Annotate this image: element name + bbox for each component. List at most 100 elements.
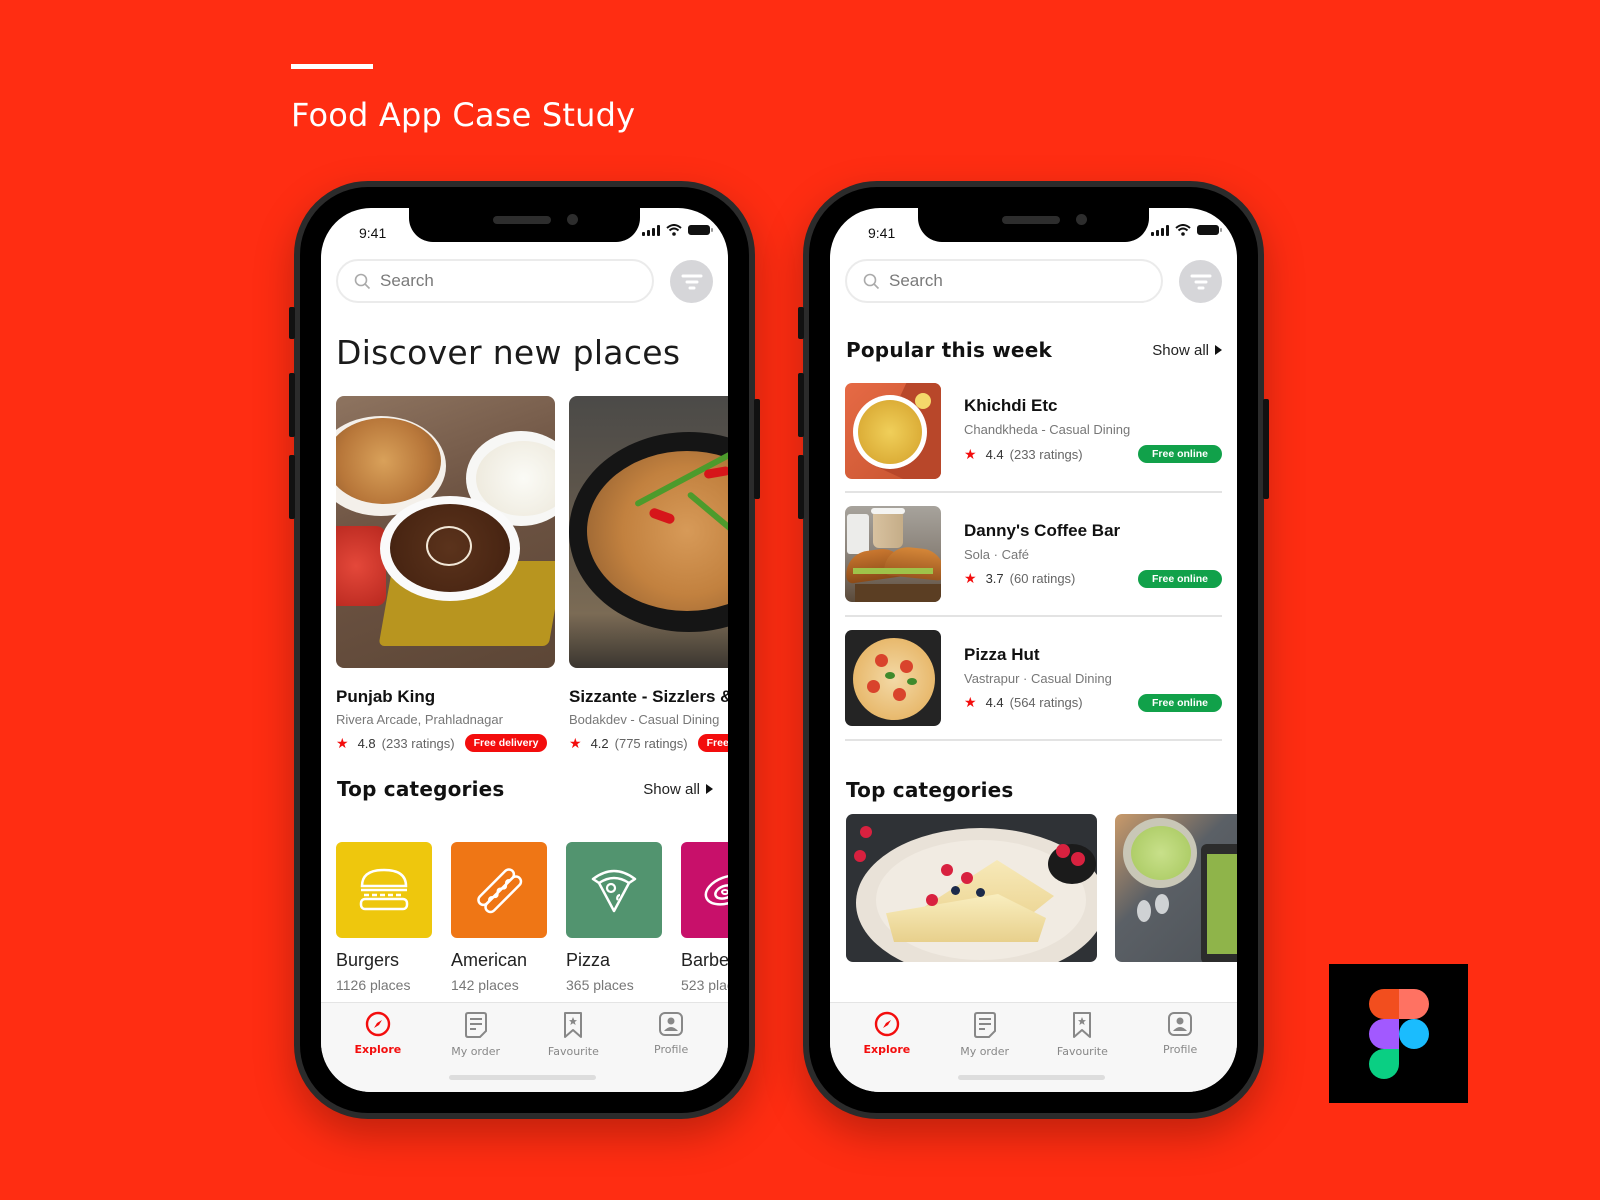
restaurant-rating: ★ 3.7 (60 ratings) [964,570,1075,587]
hotdog-icon [477,868,523,914]
search-input[interactable]: Search [336,259,654,303]
tab-bar: Explore My order Favourite Profile [830,1002,1237,1092]
restaurant-subtitle: Chandkheda - Casual Dining [964,422,1131,437]
figma-icon [1369,989,1429,1079]
tab-profile[interactable]: Profile [1135,1011,1225,1058]
rating-value: 4.4 [985,695,1004,710]
phone-explore: 9:41 Search Discover new places Punjab K… [289,181,760,1119]
signal-icon [642,224,660,236]
camera [567,214,578,225]
burger-icon [359,868,409,911]
tab-label: Favourite [547,1045,599,1058]
place-name: Punjab King [336,687,436,706]
status-time: 9:41 [359,225,387,241]
free-delivery-badge: Free delivery [697,734,728,752]
tab-explore[interactable]: Explore [333,1011,423,1058]
category-image-ice-cream[interactable] [1115,814,1237,962]
volume-down-button [289,455,295,519]
home-indicator[interactable] [449,1075,596,1080]
show-all-link[interactable]: Show all [1152,342,1222,359]
restaurant-name: Pizza Hut [964,644,1040,664]
compass-icon [365,1011,391,1037]
dessert-carousel[interactable] [846,814,1237,962]
category-item[interactable]: Pizza 365 places [566,842,662,993]
search-icon [863,273,880,289]
bookmark-icon [1073,1012,1092,1038]
free-online-badge: Free online [1137,569,1222,588]
place-rating: ★ 4.8 (233 ratings) Free delivery [336,734,555,752]
arrow-right-icon [706,784,713,794]
category-tile [566,842,662,938]
show-all-label: Show all [1152,341,1209,359]
search-icon [354,273,371,289]
section-title: Top categories [337,777,505,801]
show-all-link[interactable]: Show all [643,781,713,798]
pizza-icon [591,869,637,913]
tab-explore[interactable]: Explore [842,1011,932,1058]
show-all-label: Show all [643,780,700,798]
notch [409,208,640,242]
category-count: 1126 places [336,977,411,993]
ratings-count: (233 ratings) [381,735,455,751]
ratings-count: (564 ratings) [1009,695,1083,710]
category-name: Barbeque [681,950,728,970]
popular-list: Khichdi Etc Chandkheda - Casual Dining ★… [845,383,1222,741]
battery-icon [1197,225,1222,235]
category-item[interactable]: American 142 places [451,842,547,993]
place-card[interactable]: Punjab King Rivera Arcade, Prahladnagar … [336,396,555,752]
filter-button[interactable] [670,260,713,303]
search-input[interactable]: Search [845,259,1163,303]
screen: 9:41 Search Discover new places Punjab K… [321,208,728,1092]
place-card[interactable]: Sizzante - Sizzlers & Bodakdev - Casual … [569,396,728,752]
phone-popular: 9:41 Search Popular this week Show all K… [798,181,1269,1119]
rating-value: 4.4 [985,446,1004,462]
discover-heading: Discover new places [336,333,681,372]
discover-carousel[interactable]: Punjab King Rivera Arcade, Prahladnagar … [336,396,728,752]
tab-profile[interactable]: Profile [626,1011,716,1058]
category-count: 365 places [566,977,634,993]
tab-favourite[interactable]: Favourite [528,1011,618,1058]
free-online-badge: Free online [1137,693,1222,712]
tab-label: My order [451,1045,501,1058]
restaurant-row[interactable]: Khichdi Etc Chandkheda - Casual Dining ★… [845,383,1222,493]
top-categories-header: Top categories Show all [337,777,713,801]
home-indicator[interactable] [958,1075,1105,1080]
status-time: 9:41 [868,225,896,241]
wifi-icon [1175,224,1191,236]
categories-carousel[interactable]: Burgers 1126 places American 142 places … [336,842,728,993]
search-placeholder: Search [380,271,434,290]
camera [1076,214,1087,225]
screen: 9:41 Search Popular this week Show all K… [830,208,1237,1092]
restaurant-subtitle: Vastrapur · Casual Dining [964,670,1112,686]
restaurant-row[interactable]: Pizza Hut Vastrapur · Casual Dining ★ 4.… [845,617,1222,741]
volume-up-button [798,373,804,437]
filter-icon [1190,274,1211,289]
place-subtitle: Rivera Arcade, Prahladnagar [336,712,503,727]
place-image-sizzler [569,396,728,668]
tab-my-order[interactable]: My order [431,1011,521,1058]
star-icon: ★ [336,734,349,751]
tab-label: Explore [863,1043,911,1056]
filter-button[interactable] [1179,260,1222,303]
steak-icon [704,874,728,906]
category-image-cheesecake[interactable] [846,814,1097,962]
tab-label: Explore [354,1043,402,1056]
category-item[interactable]: Barbeque 523 places [681,842,728,993]
rating-value: 4.8 [357,735,376,751]
ratings-count: (233 ratings) [1009,446,1083,462]
restaurant-row[interactable]: Danny's Coffee Bar Sola · Café ★ 3.7 (60… [845,493,1222,617]
speaker [1002,216,1060,224]
section-title: Popular this week [846,338,1052,362]
category-item[interactable]: Burgers 1126 places [336,842,432,993]
top-categories-header: Top categories [846,778,1222,802]
tab-my-order[interactable]: My order [940,1011,1030,1058]
bookmark-icon [564,1012,583,1038]
tab-favourite[interactable]: Favourite [1037,1011,1127,1058]
receipt-icon [973,1012,996,1038]
tab-label: Profile [1163,1043,1198,1056]
ratings-count: (60 ratings) [1009,571,1076,586]
filter-icon [681,274,702,289]
signal-icon [1151,224,1169,236]
tab-label: Favourite [1056,1045,1108,1058]
category-count: 142 places [451,977,519,993]
